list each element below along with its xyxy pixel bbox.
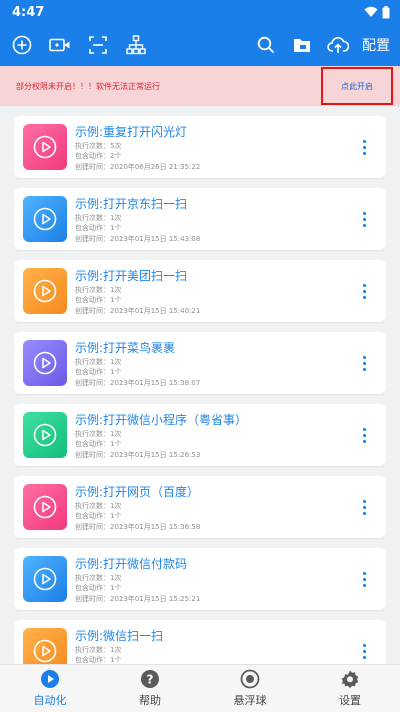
- script-created-time: 创建时间：2020年06月26日 21:35:22: [75, 163, 201, 171]
- script-card[interactable]: 示例:打开微信小程序（粤省事） 执行次数：1次 包含动作：1个创建时间：2023年0…: [14, 404, 386, 466]
- script-title: 示例:打开美团扫一扫: [75, 269, 188, 283]
- nav-settings[interactable]: 设置: [300, 665, 400, 712]
- play-circle-icon: [33, 423, 57, 447]
- settings-gear-icon: [341, 670, 359, 689]
- top-toolbar: 配置: [0, 24, 400, 66]
- script-action-count: 包含动作：1个: [75, 368, 122, 376]
- permission-warning-banner: 部分权限未开启！！！软件无法正常运行 点此开启: [0, 66, 400, 106]
- more-options-icon[interactable]: [352, 421, 376, 449]
- wifi-icon: [364, 6, 378, 17]
- floating-ball-icon: [240, 669, 260, 689]
- script-action-count: 包含动作：2个: [75, 152, 122, 160]
- script-title: 示例:打开微信小程序（粤省事）: [75, 413, 248, 427]
- svg-text:?: ?: [147, 673, 154, 687]
- script-created-time: 创建时间：2023年01月15日 15:25:21: [75, 595, 201, 603]
- nav-automation[interactable]: 自动化: [0, 665, 100, 712]
- script-card[interactable]: 示例:打开美团扫一扫执行次数：1次 包含动作：1个创建时间：2023年01月15日…: [14, 260, 386, 322]
- more-options-icon[interactable]: [352, 637, 376, 664]
- add-icon[interactable]: [4, 27, 40, 63]
- play-circle-icon: [33, 567, 57, 591]
- script-list: 示例:重复打开闪光灯执行次数：5次 包含动作：2个创建时间：2020年06月26日…: [0, 106, 400, 664]
- script-created-time: 创建时间：2023年01月15日 15:36:58: [75, 523, 201, 531]
- more-options-icon[interactable]: [352, 493, 376, 521]
- status-bar: 4:47: [0, 0, 400, 24]
- nav-settings-label: 设置: [339, 694, 361, 707]
- script-thumbnail: [23, 196, 67, 242]
- script-card[interactable]: 示例:打开菜鸟裹裹执行次数：1次 包含动作：1个创建时间：2023年01月15日 …: [14, 332, 386, 394]
- script-title: 示例:打开网页（百度）: [75, 485, 200, 499]
- script-action-count: 包含动作：1个: [75, 512, 122, 520]
- script-card[interactable]: 示例:微信扫一扫执行次数：1次包含动作：1个创建时间：2023年01月15日 1…: [14, 620, 386, 664]
- script-card[interactable]: 示例:重复打开闪光灯执行次数：5次 包含动作：2个创建时间：2020年06月26日…: [14, 116, 386, 178]
- battery-icon: [382, 5, 390, 18]
- script-card[interactable]: 示例:打开网页（百度） 执行次数：1次 包含动作：1个创建时间：2023年01月15…: [14, 476, 386, 538]
- script-card[interactable]: 示例:打开京东扫一扫执行次数：1次 包含动作：1个创建时间：2023年01月15日…: [14, 188, 386, 250]
- script-thumbnail: [23, 484, 67, 530]
- script-exec-count: 执行次数：1次: [75, 646, 122, 654]
- script-action-count: 包含动作：1个: [75, 224, 122, 232]
- script-card[interactable]: 示例:打开微信付款码执行次数：1次 包含动作：1个创建时间：2023年01月15日…: [14, 548, 386, 610]
- play-circle-icon: [41, 670, 59, 688]
- script-thumbnail: [23, 268, 67, 314]
- script-thumbnail: [23, 556, 67, 602]
- play-circle-icon: [33, 279, 57, 303]
- script-action-count: 包含动作：1个: [75, 656, 122, 664]
- script-exec-count: 执行次数：1次: [75, 574, 122, 582]
- more-options-icon[interactable]: [352, 277, 376, 305]
- script-title: 示例:重复打开闪光灯: [75, 125, 188, 139]
- enable-permission-button[interactable]: 点此开启: [321, 67, 393, 105]
- script-action-count: 包含动作：1个: [75, 584, 122, 592]
- status-icons: [364, 5, 390, 19]
- cloud-upload-icon[interactable]: [320, 27, 356, 63]
- help-icon: ?: [141, 670, 159, 688]
- nav-help-label: 帮助: [139, 694, 161, 707]
- script-exec-count: 执行次数：1次: [75, 430, 122, 438]
- play-circle-icon: [33, 639, 57, 663]
- script-action-count: 包含动作：1个: [75, 296, 122, 304]
- search-icon[interactable]: [248, 27, 284, 63]
- play-circle-icon: [33, 207, 57, 231]
- script-exec-count: 执行次数：1次: [75, 358, 122, 366]
- script-created-time: 创建时间：2023年01月15日 15:40:21: [75, 307, 201, 315]
- script-title: 示例:打开微信付款码: [75, 557, 188, 571]
- script-thumbnail: [23, 628, 67, 664]
- status-time: 4:47: [12, 4, 45, 20]
- script-title: 示例:打开京东扫一扫: [75, 197, 188, 211]
- nav-floating-ball-label: 悬浮球: [233, 694, 267, 707]
- folder-icon[interactable]: [284, 27, 320, 63]
- record-video-icon[interactable]: [42, 27, 78, 63]
- script-created-time: 创建时间：2023年01月15日 15:43:08: [75, 235, 201, 243]
- script-thumbnail: [23, 340, 67, 386]
- play-circle-icon: [33, 351, 57, 375]
- script-thumbnail: [23, 412, 67, 458]
- script-action-count: 包含动作：1个: [75, 440, 122, 448]
- more-options-icon[interactable]: [352, 205, 376, 233]
- play-circle-icon: [33, 135, 57, 159]
- play-circle-icon: [33, 495, 57, 519]
- script-title: 示例:微信扫一扫: [75, 629, 164, 643]
- more-options-icon[interactable]: [352, 565, 376, 593]
- permission-warning-text: 部分权限未开启！！！软件无法正常运行: [16, 81, 160, 91]
- bottom-nav: 自动化 ? 帮助 悬浮球 设置: [0, 664, 400, 712]
- more-options-icon[interactable]: [352, 349, 376, 377]
- script-created-time: 创建时间：2023年01月15日 15:38:07: [75, 379, 201, 387]
- nav-automation-label: 自动化: [33, 694, 67, 707]
- script-exec-count: 执行次数：1次: [75, 214, 122, 222]
- script-exec-count: 执行次数：5次: [75, 142, 122, 150]
- nav-floating-ball[interactable]: 悬浮球: [200, 665, 300, 712]
- script-created-time: 创建时间：2023年01月15日 15:26:53: [75, 451, 201, 459]
- script-thumbnail: [23, 124, 67, 170]
- script-exec-count: 执行次数：1次: [75, 286, 122, 294]
- config-button[interactable]: 配置: [356, 35, 400, 55]
- scan-icon[interactable]: [80, 27, 116, 63]
- nav-help[interactable]: ? 帮助: [100, 665, 200, 712]
- node-tree-icon[interactable]: [118, 27, 154, 63]
- more-options-icon[interactable]: [352, 133, 376, 161]
- script-title: 示例:打开菜鸟裹裹: [75, 341, 176, 355]
- script-exec-count: 执行次数：1次: [75, 502, 122, 510]
